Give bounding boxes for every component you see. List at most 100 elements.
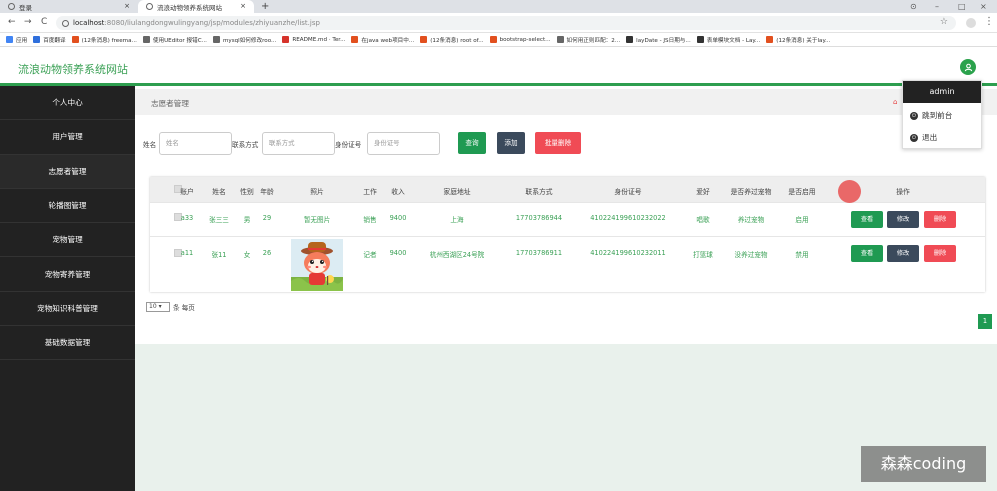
header-photo: 照片 <box>310 188 324 196</box>
url-host: localhost <box>73 19 105 27</box>
sidebar-item-personal-center[interactable]: 个人中心 <box>0 86 135 121</box>
view-button[interactable]: 查看 <box>851 245 883 262</box>
reload-button[interactable]: C <box>41 17 47 27</box>
bookmark-item[interactable]: (12条消息) 关于lay... <box>766 36 830 44</box>
bookmark-favicon-icon <box>282 36 290 43</box>
browser-tab-strip: 登录 × 流浪动物领养系统网站 × + ⊙ – □ × <box>0 0 997 13</box>
bookmark-item[interactable]: 如何用正则匹配：2... <box>556 36 620 44</box>
cell-pet-before: 没养过宠物 <box>734 251 768 259</box>
cell-phone: 17703786944 <box>515 214 563 222</box>
close-icon[interactable]: × <box>240 2 246 10</box>
bookmark-item[interactable]: 表单模块文档 - Lay... <box>696 36 760 44</box>
batch-delete-button[interactable]: 批量删除 <box>535 132 581 154</box>
cell-job: 记者 <box>363 251 377 259</box>
bookmark-star-icon[interactable]: ☆ <box>940 17 948 27</box>
maximize-button[interactable]: □ <box>958 0 966 13</box>
chevron-down-icon: ▾ <box>158 303 162 310</box>
user-dropdown-menu: admin ⏻ 跳到前台 ⏻ 退出 <box>902 80 982 149</box>
bookmark-item[interactable]: 应用 <box>6 36 27 44</box>
delete-button[interactable]: 删除 <box>924 245 956 262</box>
query-button[interactable]: 查询 <box>458 132 486 154</box>
bookmark-label: 使用UEditor 报错C... <box>152 37 207 44</box>
bookmark-item[interactable]: mysql如何修改roo... <box>212 36 277 44</box>
cell-pet-before: 养过宠物 <box>737 216 765 224</box>
power-icon: ⏻ <box>910 133 918 142</box>
bookmark-label: bootstrap-select... <box>499 36 551 43</box>
cell-job: 销售 <box>363 216 377 224</box>
cell-income: 9400 <box>389 249 407 257</box>
bookmark-label: 百度翻译 <box>43 37 66 44</box>
browser-tab-active[interactable]: 流浪动物领养系统网站 × <box>138 0 254 13</box>
forward-button[interactable]: → <box>24 17 32 27</box>
back-button[interactable]: ← <box>8 17 16 27</box>
bookmark-item[interactable]: (12条消息) freema... <box>71 36 137 44</box>
cell-age: 29 <box>262 214 272 222</box>
delete-button[interactable]: 删除 <box>924 211 956 228</box>
browser-menu-icon[interactable]: ⋮ <box>984 16 994 27</box>
url-bar[interactable]: localhost :8080/liulangdongwulingyang/js… <box>56 16 956 30</box>
view-button[interactable]: 查看 <box>851 211 883 228</box>
menu-item-logout[interactable]: ⏻ 退出 <box>910 132 937 143</box>
sidebar-item-pet-management[interactable]: 宠物管理 <box>0 223 135 258</box>
dropdown-username: admin <box>903 81 981 103</box>
info-icon[interactable] <box>62 19 69 27</box>
bookmark-item[interactable]: (12条消息) root of... <box>420 36 484 44</box>
bookmark-label: mysql如何修改roo... <box>222 37 277 44</box>
tab-title: 流浪动物领养系统网站 <box>157 3 222 12</box>
edit-button[interactable]: 修改 <box>887 211 919 228</box>
phone-input[interactable]: 联系方式 <box>262 132 335 155</box>
bookmark-item[interactable]: layDate - JS日期与... <box>626 36 691 44</box>
main-content: 志愿者管理 ⌂ 姓名 姓名 联系方式 联系方式 身份证号 身份证号 查询 添加 … <box>135 86 997 491</box>
add-button[interactable]: 添加 <box>497 132 525 154</box>
cursor-highlight <box>838 180 861 203</box>
bookmark-item[interactable]: bootstrap-select... <box>489 36 551 43</box>
close-icon[interactable]: × <box>124 2 130 10</box>
edit-button[interactable]: 修改 <box>887 245 919 262</box>
browser-tab-login[interactable]: 登录 × <box>0 0 138 13</box>
bookmark-item[interactable]: 在java web项目中... <box>351 36 414 44</box>
phone-label: 联系方式 <box>232 141 259 149</box>
bookmark-favicon-icon <box>766 36 774 43</box>
bookmark-favicon-icon <box>556 36 564 43</box>
minimize-button[interactable]: – <box>935 0 939 13</box>
page-size-select[interactable]: 10 ▾ <box>146 302 170 312</box>
bookmark-favicon-icon <box>696 36 704 43</box>
bookmark-item[interactable]: 百度翻译 <box>33 36 66 44</box>
close-window-button[interactable]: × <box>980 0 987 13</box>
cell-address: 杭州西湖区24号院 <box>429 251 485 259</box>
address-bar-row: ← → C localhost :8080/liulangdongwulingy… <box>0 13 997 33</box>
bookmark-favicon-icon <box>33 36 41 43</box>
table-row: a33 张三三 男 29 暂无图片 销售 9400 上海 17703786944… <box>150 202 985 236</box>
sidebar-item-carousel-management[interactable]: 轮播图管理 <box>0 189 135 224</box>
bookmark-item[interactable]: README.md · Ter... <box>282 36 345 43</box>
menu-item-go-frontend[interactable]: ⏻ 跳到前台 <box>910 110 952 121</box>
bookmark-favicon-icon <box>142 36 150 43</box>
profile-icon[interactable]: ⊙ <box>910 0 917 13</box>
sidebar-item-volunteer-management[interactable]: 志愿者管理 <box>0 154 135 189</box>
new-tab-button[interactable]: + <box>261 0 269 13</box>
cell-account: a33 <box>180 214 194 222</box>
page-button-1[interactable]: 1 <box>978 314 992 329</box>
bookmark-item[interactable]: 使用UEditor 报错C... <box>142 36 207 44</box>
id-card-input[interactable]: 身份证号 <box>367 132 440 155</box>
sidebar-item-pet-boarding-management[interactable]: 宠物寄养管理 <box>0 257 135 292</box>
search-form: 姓名 姓名 联系方式 联系方式 身份证号 身份证号 查询 添加 批量删除 <box>135 131 997 155</box>
cell-hobby: 唱歌 <box>696 216 710 224</box>
bookmark-favicon-icon <box>71 36 79 43</box>
tab-title: 登录 <box>19 3 32 12</box>
bookmark-label: layDate - JS日期与... <box>636 37 691 44</box>
account-icon[interactable] <box>966 18 976 28</box>
bookmark-label: (12条消息) root of... <box>430 37 484 44</box>
name-input[interactable]: 姓名 <box>159 132 232 155</box>
user-icon[interactable] <box>960 59 976 75</box>
home-icon[interactable]: ⌂ <box>893 98 897 106</box>
name-label: 姓名 <box>143 141 157 149</box>
cell-enabled: 禁用 <box>795 251 809 259</box>
header-hobby: 爱好 <box>696 188 710 196</box>
pagination-size: 10 ▾ 条 每页 <box>146 302 195 312</box>
sidebar-item-basic-data-management[interactable]: 基础数据管理 <box>0 326 135 361</box>
header-id-card: 身份证号 <box>614 188 642 196</box>
sidebar-item-user-management[interactable]: 用户管理 <box>0 120 135 155</box>
sidebar-item-pet-knowledge-management[interactable]: 宠物知识科普管理 <box>0 292 135 327</box>
per-page-label: 条 每页 <box>173 304 195 312</box>
